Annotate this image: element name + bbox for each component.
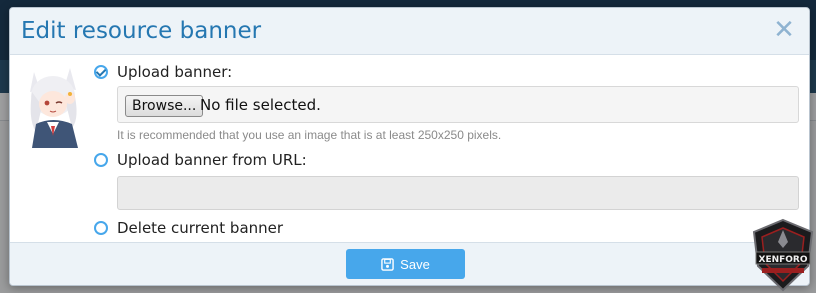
upload-from-url-radio[interactable] [94,153,108,167]
file-input[interactable]: Browse... No file selected. [117,86,799,123]
modal-footer: Save [10,242,809,285]
modal-header: Edit resource banner ✕ [10,8,809,55]
delete-banner-label: Delete current banner [117,219,284,237]
upload-hint: It is recommended that you use an image … [117,128,502,142]
upload-from-url-label: Upload banner from URL: [117,151,307,169]
save-label: Save [400,256,430,272]
upload-banner-option[interactable]: Upload banner: [94,63,232,81]
edit-banner-modal: Edit resource banner ✕ Upload banner: Br… [9,7,810,286]
delete-banner-option[interactable]: Delete current banner [94,219,283,237]
close-icon[interactable]: ✕ [773,16,795,42]
modal-title: Edit resource banner [21,18,262,44]
avatar [30,68,78,148]
upload-banner-label: Upload banner: [117,63,233,81]
upload-banner-radio[interactable] [94,65,108,79]
browse-button[interactable]: Browse... [125,95,204,117]
upload-from-url-option[interactable]: Upload banner from URL: [94,151,307,169]
delete-banner-radio[interactable] [94,221,108,235]
xenforo-shield-logo: XENFORO [752,218,814,292]
save-icon [381,257,394,271]
banner-url-input[interactable] [117,176,799,210]
file-status: No file selected. [200,96,321,114]
badge-text: XENFORO [759,255,808,265]
save-button[interactable]: Save [346,249,465,279]
